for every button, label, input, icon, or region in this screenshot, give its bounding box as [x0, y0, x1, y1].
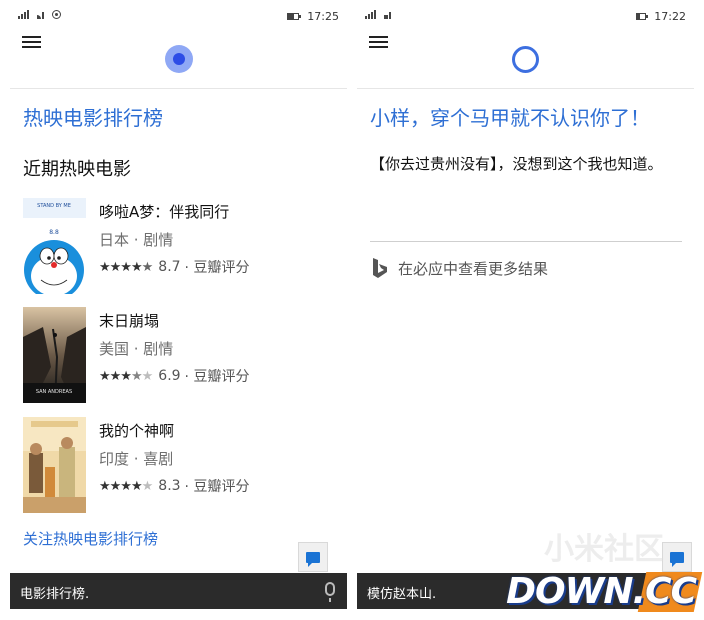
movie-rating: ★★★★★ 8.3 · 豆瓣评分 — [99, 476, 249, 496]
movie-info: 末日崩塌 美国 · 剧情 ★★★★★ 6.9 · 豆瓣评分 — [99, 310, 249, 386]
movie-meta: 美国 · 剧情 — [99, 340, 174, 358]
feedback-button[interactable] — [662, 542, 692, 572]
query-text: 电影排行榜. — [20, 587, 90, 602]
feedback-button[interactable] — [298, 542, 328, 572]
rating-source: · 豆瓣评分 — [184, 479, 250, 495]
movie-item[interactable]: 我的个神啊 印度 · 喜剧 ★★★★★ 8.3 · 豆瓣评分 — [23, 417, 333, 517]
bing-icon — [373, 258, 387, 278]
query-bar[interactable]: 电影排行榜. — [10, 573, 347, 609]
movie-rating: ★★★★★ 6.9 · 豆瓣评分 — [99, 366, 249, 386]
battery-icon — [287, 13, 302, 20]
bing-more-results-link[interactable]: 在必应中查看更多结果 — [370, 256, 548, 280]
movie-meta: 印度 · 喜剧 — [99, 450, 174, 468]
clock: 17:22 — [654, 10, 686, 23]
microphone-icon[interactable] — [325, 582, 335, 602]
rating-stars: ★★★★★ — [99, 478, 153, 494]
movie-info: 哆啦A梦：伴我同行 日本 · 剧情 ★★★★★ 8.7 · 豆瓣评分 — [99, 201, 249, 277]
follow-chart-link[interactable]: 关注热映电影排行榜 — [23, 528, 158, 549]
watermark-ghost: 小米社区 — [544, 532, 664, 567]
wifi-icon — [384, 10, 391, 19]
reply-title: 小样，穿个马甲就不认识你了！ — [370, 106, 650, 130]
reply-body: 【你去过贵州没有】，没想到这个我也知道。 — [370, 155, 663, 173]
divider — [10, 88, 347, 89]
divider — [357, 88, 694, 89]
watermark-logo: DOWN.CC — [506, 571, 697, 612]
status-bar: 17:25 — [10, 8, 347, 28]
rating-source: · 豆瓣评分 — [184, 369, 250, 385]
cortana-movies-screen: 17:25 热映电影排行榜 近期热映电影 STAND BY ME 8.8 哆啦A… — [10, 0, 347, 620]
divider — [370, 241, 682, 242]
bing-link-text: 在必应中查看更多结果 — [398, 259, 549, 278]
movie-title: 我的个神啊 — [99, 422, 175, 440]
rating-score: 8.7 — [158, 259, 181, 275]
svg-text:8.8: 8.8 — [49, 229, 59, 236]
status-bar: 17:22 — [357, 8, 694, 28]
cortana-orb-icon[interactable] — [165, 45, 193, 73]
movie-meta: 日本 · 剧情 — [99, 231, 174, 249]
cortana-ring-icon[interactable] — [512, 46, 539, 73]
rating-stars: ★★★★★ — [99, 368, 153, 384]
rating-source: · 豆瓣评分 — [184, 260, 250, 276]
rating-score: 8.3 — [158, 478, 181, 494]
poster-doraemon: STAND BY ME 8.8 — [23, 198, 86, 294]
svg-text:STAND BY ME: STAND BY ME — [37, 203, 71, 209]
movie-item[interactable]: SAN ANDREAS 末日崩塌 美国 · 剧情 ★★★★★ 6.9 · 豆瓣评… — [23, 307, 333, 407]
section-title: 近期热映电影 — [23, 159, 131, 180]
wifi-icon — [37, 10, 44, 19]
poster-san-andreas: SAN ANDREAS — [23, 307, 86, 403]
movie-info: 我的个神啊 印度 · 喜剧 ★★★★★ 8.3 · 豆瓣评分 — [99, 420, 249, 496]
battery-charging-icon — [636, 13, 649, 20]
rating-score: 6.9 — [158, 368, 181, 384]
feedback-icon — [306, 551, 320, 567]
clock: 17:25 — [307, 10, 339, 23]
svg-text:SAN ANDREAS: SAN ANDREAS — [36, 389, 72, 395]
signal-icon — [365, 10, 376, 19]
movie-title: 哆啦A梦：伴我同行 — [99, 203, 230, 221]
location-icon — [52, 10, 61, 19]
query-text: 模仿赵本山. — [367, 587, 437, 602]
hamburger-icon[interactable] — [22, 36, 41, 49]
hamburger-icon[interactable] — [369, 36, 388, 49]
card-title[interactable]: 热映电影排行榜 — [23, 102, 163, 131]
movie-title: 末日崩塌 — [99, 312, 160, 330]
rating-stars: ★★★★★ — [99, 259, 153, 275]
poster-pk — [23, 417, 86, 513]
movie-item[interactable]: STAND BY ME 8.8 哆啦A梦：伴我同行 日本 · 剧情 ★★★★★ … — [23, 198, 333, 298]
feedback-icon — [670, 551, 684, 567]
movie-rating: ★★★★★ 8.7 · 豆瓣评分 — [99, 257, 249, 277]
signal-icon — [18, 10, 29, 19]
